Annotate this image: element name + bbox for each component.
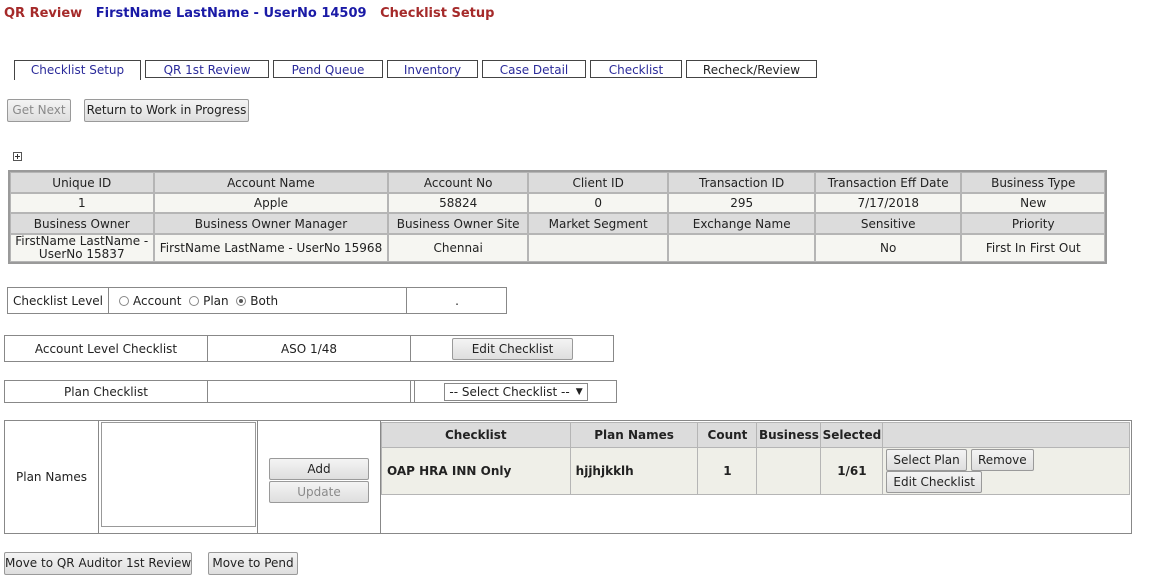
header-cell: Transaction Eff Date bbox=[814, 172, 962, 193]
account-checklist-action: Edit Checklist bbox=[411, 336, 614, 361]
checklist-level-label: Checklist Level bbox=[8, 288, 109, 313]
value-cell: Chennai bbox=[388, 234, 528, 262]
plan-checklist-value bbox=[208, 381, 411, 402]
header-cell: Priority bbox=[961, 213, 1105, 234]
value-cell bbox=[527, 234, 669, 262]
header-cell: Business Type bbox=[961, 172, 1105, 193]
column-header: Plan Names bbox=[569, 422, 699, 448]
tab-inventory[interactable]: Inventory bbox=[387, 60, 478, 78]
checklist-level-extra: . bbox=[455, 293, 459, 308]
account-checklist-value: ASO 1/48 bbox=[208, 336, 411, 361]
checklist-level-options: Account Plan Both bbox=[109, 288, 407, 313]
move-to-qr-auditor-button[interactable]: Move to QR Auditor 1st Review bbox=[4, 552, 192, 575]
value-cell: FirstName LastName - UserNo 15968 bbox=[153, 234, 389, 262]
column-header: Selected bbox=[820, 422, 884, 448]
plan-names-buttons: Add Update bbox=[258, 421, 381, 533]
update-plan-button[interactable]: Update bbox=[269, 480, 369, 503]
user-name: FirstName LastName - UserNo 14509 bbox=[95, 6, 367, 21]
header-cell: Market Segment bbox=[527, 213, 669, 234]
radio-plan-label: Plan bbox=[203, 293, 229, 308]
header-cell: Sensitive bbox=[814, 213, 962, 234]
row-plan-names: hjjhjkklh bbox=[569, 447, 699, 495]
row-selected: 1/61 bbox=[820, 447, 884, 495]
value-cell: 0 bbox=[527, 193, 669, 213]
column-header: Checklist bbox=[381, 422, 571, 448]
row-count: 1 bbox=[697, 447, 758, 495]
radio-account-icon[interactable] bbox=[119, 295, 129, 306]
table-row: OAP HRA INN Only hjjhjkklh 1 1/61 Select… bbox=[381, 447, 1130, 495]
row-actions: Select Plan Remove Edit Checklist bbox=[882, 447, 1130, 495]
header-cell: Transaction ID bbox=[668, 172, 815, 193]
value-cell: 7/17/2018 bbox=[814, 193, 962, 213]
plan-checklist-table: Checklist Plan Names Count Business Sele… bbox=[381, 422, 1130, 495]
value-cell: No bbox=[814, 234, 962, 262]
plan-checklist-row: Plan Checklist -- Select Checklist -- ▼ bbox=[4, 380, 617, 403]
column-header: Business bbox=[756, 422, 822, 448]
plan-names-textarea-cell bbox=[99, 421, 258, 533]
return-to-wip-button[interactable]: Return to Work in Progress bbox=[84, 99, 249, 122]
row-checklist: OAP HRA INN Only bbox=[381, 447, 571, 495]
header-cell: Account Name bbox=[153, 172, 389, 193]
value-cell: FirstName LastName - UserNo 15837 bbox=[10, 234, 154, 262]
plan-checklist-select-value: -- Select Checklist -- bbox=[449, 384, 570, 399]
value-cell bbox=[668, 234, 815, 262]
page-title: Checklist Setup bbox=[380, 6, 495, 21]
get-next-button[interactable]: Get Next bbox=[7, 99, 71, 122]
edit-account-checklist-button[interactable]: Edit Checklist bbox=[452, 337, 573, 360]
plan-names-label: Plan Names bbox=[5, 421, 99, 533]
header-cell: Business Owner Manager bbox=[153, 213, 389, 234]
tab-qr-1st-review[interactable]: QR 1st Review bbox=[145, 60, 269, 78]
radio-both-label: Both bbox=[250, 293, 279, 308]
row-business bbox=[756, 447, 822, 495]
tab-checklist[interactable]: Checklist bbox=[590, 60, 682, 78]
dropdown-arrow-icon: ▼ bbox=[575, 386, 583, 397]
module-title: QR Review bbox=[4, 6, 83, 21]
value-cell: First In First Out bbox=[961, 234, 1105, 262]
tab-checklist-setup[interactable]: Checklist Setup bbox=[14, 60, 141, 80]
plan-names-textarea[interactable] bbox=[100, 422, 256, 527]
account-checklist-row: Account Level Checklist ASO 1/48 Edit Ch… bbox=[4, 335, 614, 362]
header-cell: Client ID bbox=[527, 172, 669, 193]
value-cell: Apple bbox=[153, 193, 389, 213]
header-cell: Unique ID bbox=[10, 172, 154, 193]
header-cell: Account No bbox=[388, 172, 528, 193]
page-header: QR Review FirstName LastName - UserNo 14… bbox=[4, 6, 494, 21]
header-cell: Business Owner bbox=[10, 213, 154, 234]
plan-checklist-select-cell: -- Select Checklist -- ▼ bbox=[414, 381, 617, 402]
column-header: Count bbox=[697, 422, 758, 448]
move-to-pend-button[interactable]: Move to Pend bbox=[208, 552, 298, 575]
radio-account-label: Account bbox=[133, 293, 182, 308]
tab-case-detail[interactable]: Case Detail bbox=[482, 60, 586, 78]
account-checklist-label: Account Level Checklist bbox=[5, 336, 208, 361]
edit-checklist-button[interactable]: Edit Checklist bbox=[886, 471, 982, 493]
expand-plus-icon[interactable] bbox=[13, 152, 22, 161]
checklist-level-row: Checklist Level Account Plan Both . bbox=[7, 287, 507, 314]
value-cell: New bbox=[961, 193, 1105, 213]
plan-checklist-select[interactable]: -- Select Checklist -- ▼ bbox=[444, 382, 588, 401]
header-cell: Business Owner Site bbox=[388, 213, 528, 234]
radio-both[interactable]: Both bbox=[236, 294, 278, 308]
value-cell: 295 bbox=[668, 193, 815, 213]
plan-checklist-label: Plan Checklist bbox=[5, 381, 208, 402]
header-cell: Exchange Name bbox=[668, 213, 815, 234]
remove-button[interactable]: Remove bbox=[970, 449, 1034, 471]
value-cell: 1 bbox=[10, 193, 154, 213]
value-cell: 58824 bbox=[388, 193, 528, 213]
case-info-table: Unique ID Account Name Account No Client… bbox=[8, 170, 1107, 264]
radio-plan[interactable]: Plan bbox=[189, 294, 229, 308]
tab-pend-queue[interactable]: Pend Queue bbox=[273, 60, 383, 78]
radio-both-icon[interactable] bbox=[236, 295, 247, 306]
select-plan-button[interactable]: Select Plan bbox=[886, 449, 967, 471]
radio-account[interactable]: Account bbox=[119, 294, 181, 308]
add-plan-button[interactable]: Add bbox=[269, 457, 369, 480]
radio-plan-icon[interactable] bbox=[189, 295, 200, 306]
column-header bbox=[882, 422, 1130, 448]
tab-recheck-review[interactable]: Recheck/Review bbox=[686, 60, 817, 78]
